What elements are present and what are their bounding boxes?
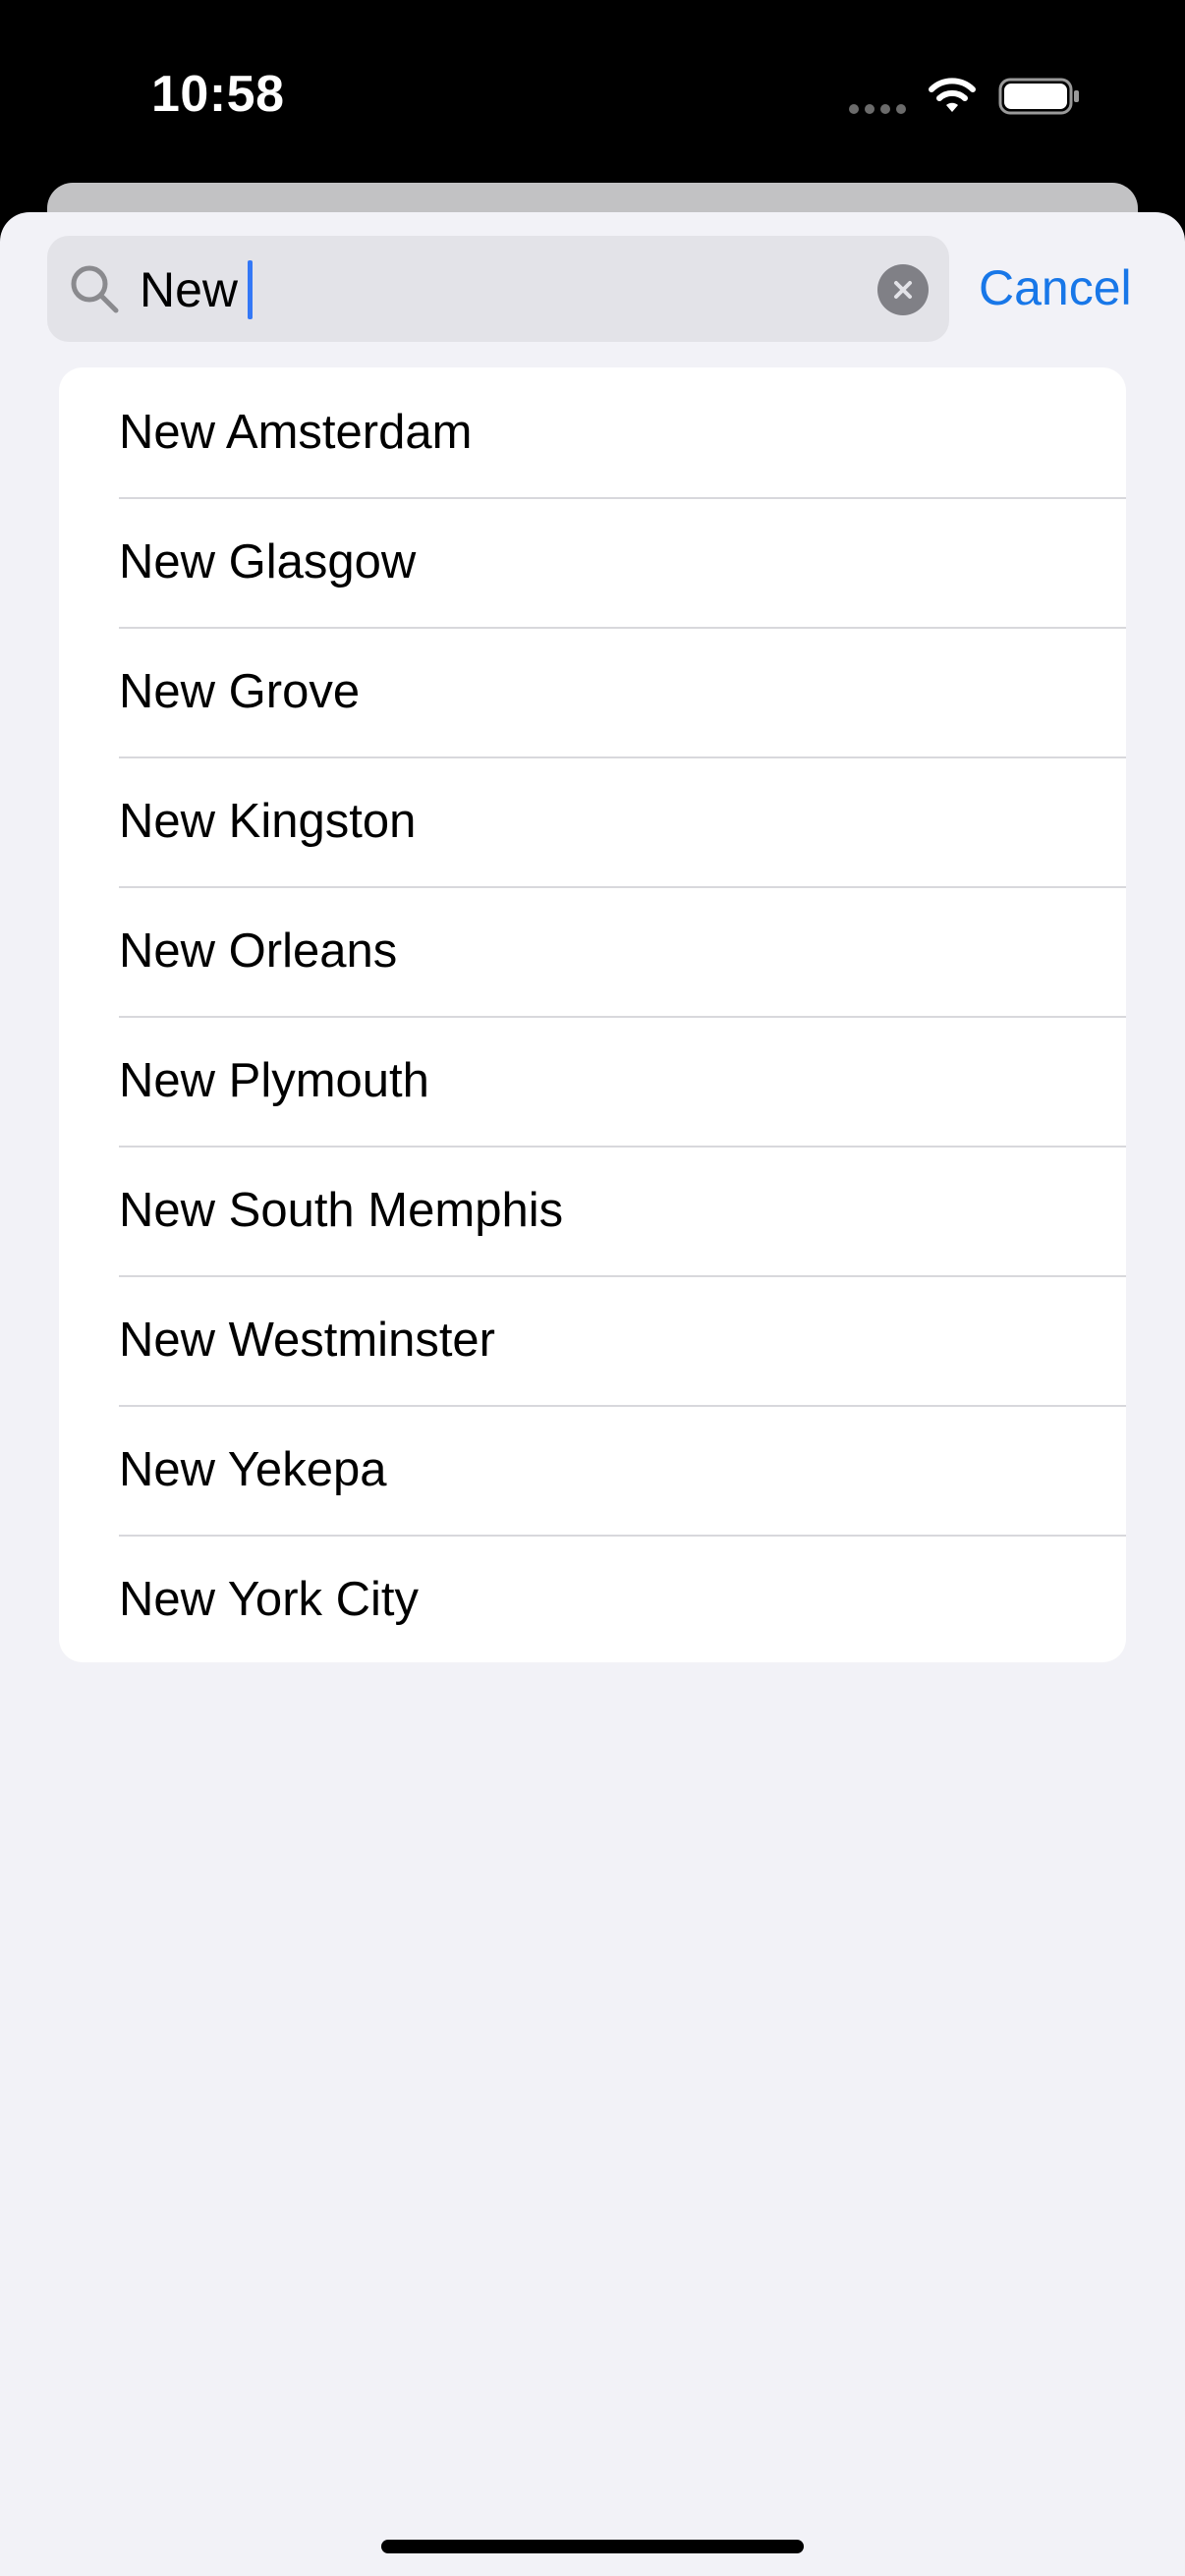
list-item-label: New Plymouth: [119, 1054, 429, 1107]
list-item[interactable]: New Kingston: [59, 756, 1126, 886]
list-item-label: New Glasgow: [119, 535, 417, 588]
list-item-label: New Westminster: [119, 1314, 496, 1367]
list-item-label: New Kingston: [119, 795, 417, 848]
wifi-icon: [929, 78, 976, 112]
text-caret: [248, 260, 254, 319]
search-icon: [71, 265, 119, 313]
list-item[interactable]: New Yekepa: [59, 1405, 1126, 1535]
list-item[interactable]: New Orleans: [59, 886, 1126, 1016]
list-item-label: New Yekepa: [119, 1443, 387, 1496]
list-item[interactable]: New South Memphis: [59, 1146, 1126, 1275]
list-item-label: New South Memphis: [119, 1184, 564, 1237]
home-indicator[interactable]: [381, 2540, 804, 2553]
search-input-value: New: [140, 262, 239, 317]
list-item[interactable]: New York City: [59, 1535, 1126, 1662]
list-item[interactable]: New Glasgow: [59, 497, 1126, 627]
results-list: New Amsterdam New Glasgow New Grove New …: [59, 367, 1126, 1662]
list-item-label: New York City: [119, 1573, 420, 1626]
list-item-label: New Grove: [119, 665, 361, 718]
battery-icon: [998, 78, 1079, 115]
list-item-label: New Amsterdam: [119, 406, 473, 459]
status-bar: 10:58: [0, 0, 1185, 187]
list-item[interactable]: New Plymouth: [59, 1016, 1126, 1146]
clear-button[interactable]: [877, 264, 929, 315]
cancel-button[interactable]: Cancel: [979, 253, 1132, 322]
signal-dots-icon: [849, 104, 906, 114]
search-input[interactable]: New: [140, 253, 254, 326]
list-item[interactable]: New Grove: [59, 627, 1126, 756]
status-time: 10:58: [151, 66, 285, 123]
list-item[interactable]: New Westminster: [59, 1275, 1126, 1405]
list-item[interactable]: New Amsterdam: [59, 367, 1126, 497]
clear-icon: [894, 281, 912, 299]
list-item-label: New Orleans: [119, 924, 398, 978]
